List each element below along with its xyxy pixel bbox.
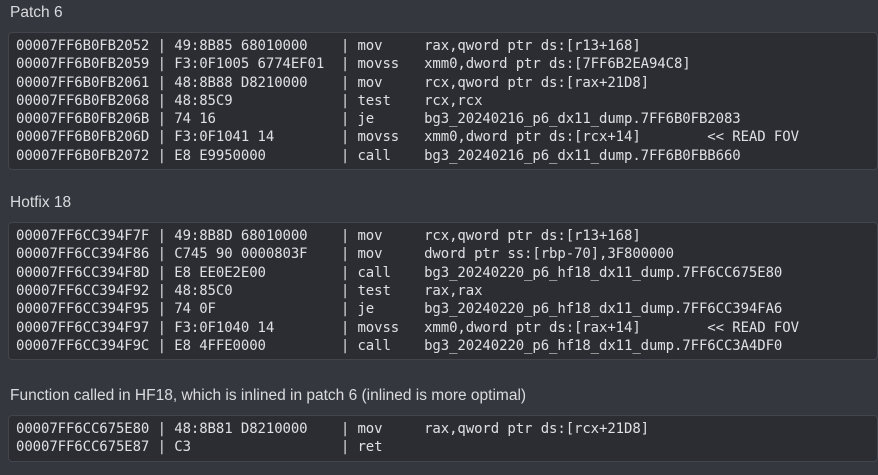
asm-code-block: 00007FF6B0FB2052 | 49:8B85 68010000 | mo… <box>8 32 878 170</box>
message-content: Patch 6 00007FF6B0FB2052 | 49:8B85 68010… <box>0 0 878 475</box>
section-patch6: Patch 6 00007FF6B0FB2052 | 49:8B85 68010… <box>8 0 878 170</box>
section-heading: Patch 6 <box>10 3 878 23</box>
section-heading: Function called in HF18, which is inline… <box>10 386 878 406</box>
asm-code-block: 00007FF6CC394F7F | 49:8B8D 68010000 | mo… <box>8 222 878 360</box>
section-inlined-function: Function called in HF18, which is inline… <box>8 360 878 462</box>
section-heading: Hotfix 18 <box>10 193 878 213</box>
section-hotfix18: Hotfix 18 00007FF6CC394F7F | 49:8B8D 680… <box>8 170 878 360</box>
asm-code-block: 00007FF6CC675E80 | 48:8B81 D8210000 | mo… <box>8 415 878 462</box>
